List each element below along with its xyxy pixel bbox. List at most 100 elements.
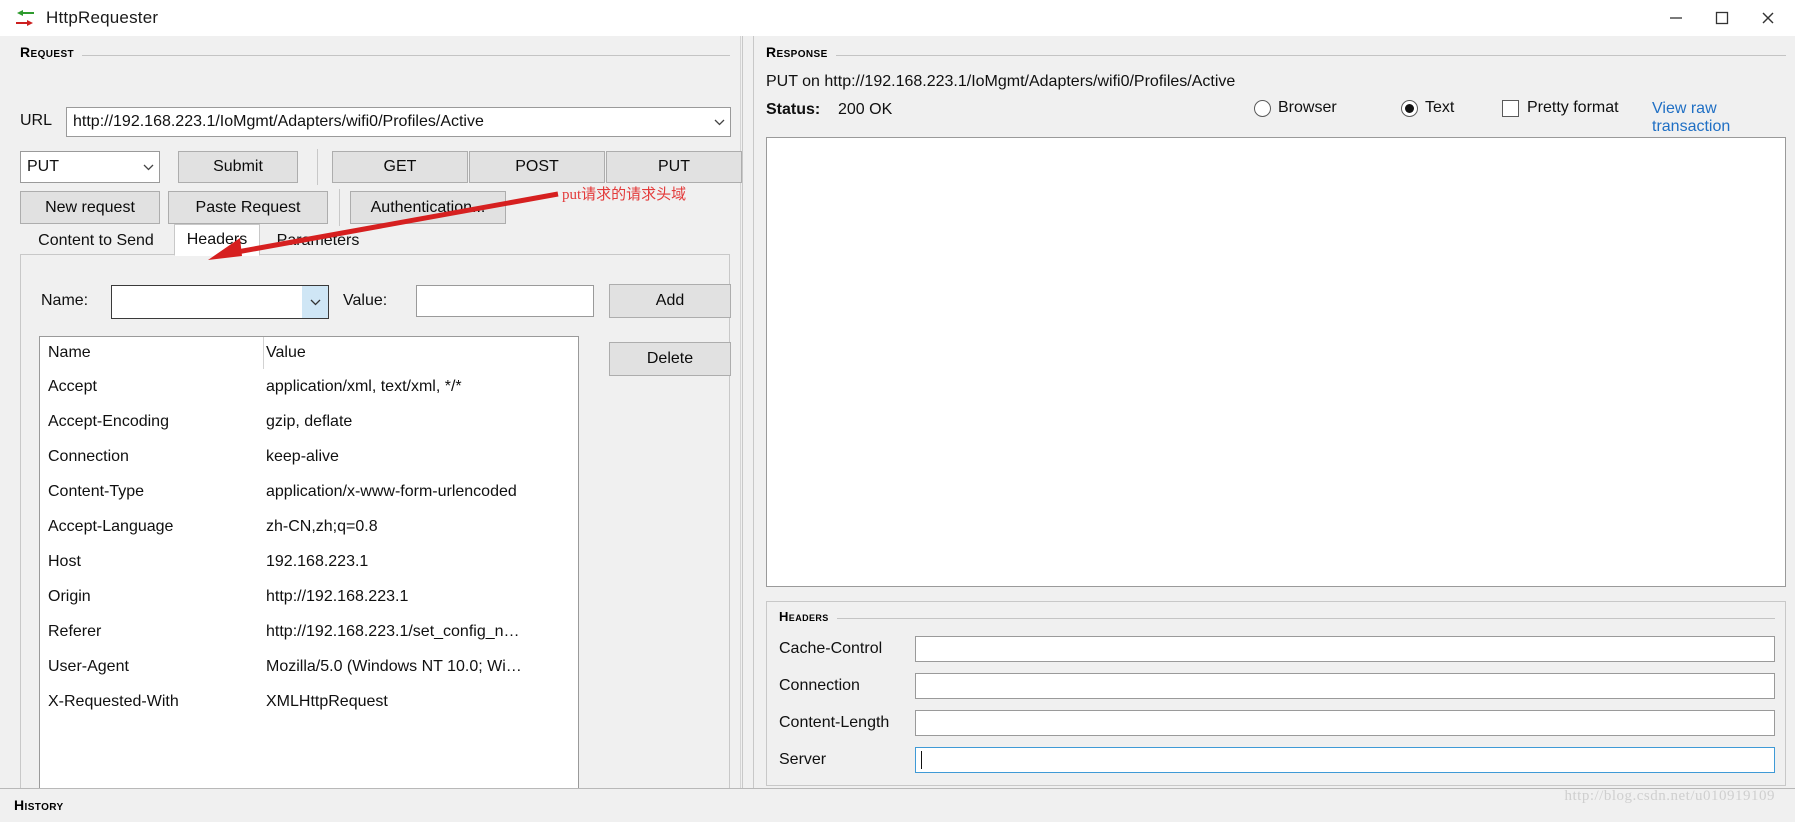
response-summary: PUT on http://192.168.223.1/IoMgmt/Adapt…	[766, 73, 1236, 90]
history-section: History	[0, 788, 1795, 822]
response-section-label: Response	[766, 44, 836, 60]
url-input-value: http://192.168.223.1/IoMgmt/Adapters/wif…	[73, 113, 484, 130]
request-headers-table[interactable]: Name Value Accept application/xml, text/…	[39, 336, 579, 794]
request-section-label: Request	[20, 44, 83, 60]
content-length-label: Content-Length	[779, 713, 890, 731]
table-row[interactable]: Accept-Language zh-CN,zh;q=0.8	[40, 509, 578, 544]
headers-tab-panel: Name: Value: Add Delete Name Value Accep…	[20, 255, 731, 812]
response-headers-section: Headers Cache-Control Connection Content…	[766, 601, 1786, 786]
new-request-button[interactable]: New request	[20, 191, 160, 224]
header-name-label: Name:	[41, 292, 89, 309]
response-headers-header: Headers	[779, 608, 1775, 628]
cache-control-label: Cache-Control	[779, 639, 883, 657]
request-section-header: Request	[20, 44, 730, 66]
status-label: Status:	[766, 101, 821, 118]
header-name-cell: Connection	[48, 447, 129, 465]
workspace: Request URL http://192.168.223.1/IoMgmt/…	[0, 36, 1795, 812]
response-pane: Response PUT on http://192.168.223.1/IoM…	[754, 36, 1795, 788]
table-row[interactable]: Referer http://192.168.223.1/set_config_…	[40, 614, 578, 649]
maximize-icon	[1715, 11, 1729, 25]
header-value-cell: XMLHttpRequest	[266, 692, 388, 710]
annotation-arrow-icon	[208, 191, 559, 260]
table-row[interactable]: Accept application/xml, text/xml, */*	[40, 369, 578, 404]
content-length-input[interactable]	[915, 709, 1775, 736]
add-header-button[interactable]: Add	[609, 284, 731, 318]
header-name-cell: Origin	[48, 587, 91, 605]
connection-label: Connection	[779, 676, 860, 694]
header-name-input[interactable]	[111, 285, 329, 319]
column-header-value: Value	[266, 344, 306, 361]
maximize-button[interactable]	[1699, 0, 1745, 36]
server-label: Server	[779, 750, 827, 768]
pretty-format-checkbox[interactable]: Pretty format	[1502, 99, 1619, 117]
view-mode-browser-label: Browser	[1278, 99, 1337, 116]
header-name-cell: Referer	[48, 622, 102, 640]
text-caret	[921, 750, 922, 769]
table-row[interactable]: User-Agent Mozilla/5.0 (Windows NT 10.0;…	[40, 649, 578, 684]
close-icon	[1762, 12, 1774, 24]
watermark-text: http://blog.csdn.net/u010919109	[1564, 788, 1775, 804]
window-title: HttpRequester	[46, 8, 159, 27]
header-value-cell: keep-alive	[266, 447, 339, 465]
table-row[interactable]: Accept-Encoding gzip, deflate	[40, 404, 578, 439]
header-value-cell: http://192.168.223.1/set_config_n…	[266, 622, 520, 640]
server-input[interactable]	[915, 746, 1775, 773]
response-body-textarea[interactable]	[766, 137, 1786, 587]
header-name-cell: Accept	[48, 377, 97, 395]
header-value-cell: gzip, deflate	[266, 412, 353, 430]
tab-content-to-send[interactable]: Content to Send	[20, 226, 172, 255]
minimize-button[interactable]	[1653, 0, 1699, 36]
response-header-row: Server	[767, 741, 1785, 778]
pretty-format-label: Pretty format	[1527, 99, 1619, 116]
url-input[interactable]: http://192.168.223.1/IoMgmt/Adapters/wif…	[66, 107, 731, 137]
annotation-text: put请求的请求头域	[562, 187, 687, 203]
minimize-icon	[1670, 17, 1682, 19]
header-name-cell: Content-Type	[48, 482, 145, 500]
response-header-row: Content-Length	[767, 704, 1785, 741]
header-value-cell: 192.168.223.1	[266, 552, 369, 570]
method-select[interactable]: PUT	[20, 151, 160, 183]
header-name-cell: Accept-Language	[48, 517, 174, 535]
radio-text-icon[interactable]	[1401, 99, 1418, 117]
response-section-header: Response	[766, 44, 1786, 66]
column-separator	[263, 337, 264, 369]
connection-input[interactable]	[915, 672, 1775, 699]
method-select-value: PUT	[27, 158, 59, 175]
history-section-label: History	[14, 797, 72, 813]
table-row[interactable]: Host 192.168.223.1	[40, 544, 578, 579]
view-mode-browser[interactable]: Browser	[1254, 99, 1337, 117]
table-row[interactable]: X-Requested-With XMLHttpRequest	[40, 684, 578, 719]
response-headers-label: Headers	[779, 609, 837, 624]
chevron-down-icon[interactable]	[137, 152, 159, 182]
header-name-cell: User-Agent	[48, 657, 129, 675]
cache-control-input[interactable]	[915, 635, 1775, 662]
view-mode-text[interactable]: Text	[1401, 99, 1454, 117]
chevron-down-icon[interactable]	[708, 108, 730, 136]
http-arrows-icon	[14, 8, 36, 28]
close-button[interactable]	[1745, 0, 1791, 36]
table-row[interactable]: Origin http://192.168.223.1	[40, 579, 578, 614]
header-value-cell: zh-CN,zh;q=0.8	[266, 517, 378, 535]
chevron-down-icon[interactable]	[302, 286, 328, 318]
header-name-cell: Host	[48, 552, 81, 570]
header-value-cell: Mozilla/5.0 (Windows NT 10.0; Wi…	[266, 657, 522, 675]
radio-browser-icon[interactable]	[1254, 99, 1271, 117]
delete-header-button[interactable]: Delete	[609, 342, 731, 376]
header-value-input[interactable]	[416, 285, 594, 317]
response-header-row: Cache-Control	[767, 630, 1785, 667]
table-row[interactable]: Content-Type application/x-www-form-urle…	[40, 474, 578, 509]
checkbox-icon[interactable]	[1502, 99, 1519, 117]
view-mode-text-label: Text	[1425, 99, 1455, 116]
pane-splitter[interactable]	[742, 36, 754, 788]
view-raw-transaction-link[interactable]: View raw transaction	[1652, 100, 1795, 136]
header-value-cell: http://192.168.223.1	[266, 587, 409, 605]
status-value: 200 OK	[838, 101, 893, 118]
column-header-name: Name	[48, 344, 91, 361]
header-value-cell: application/x-www-form-urlencoded	[266, 482, 517, 500]
url-label: URL	[20, 112, 53, 129]
response-header-row: Connection	[767, 667, 1785, 704]
put-button[interactable]: PUT	[606, 151, 742, 183]
request-pane: Request URL http://192.168.223.1/IoMgmt/…	[6, 36, 742, 812]
header-value-cell: application/xml, text/xml, */*	[266, 377, 462, 395]
table-row[interactable]: Connection keep-alive	[40, 439, 578, 474]
